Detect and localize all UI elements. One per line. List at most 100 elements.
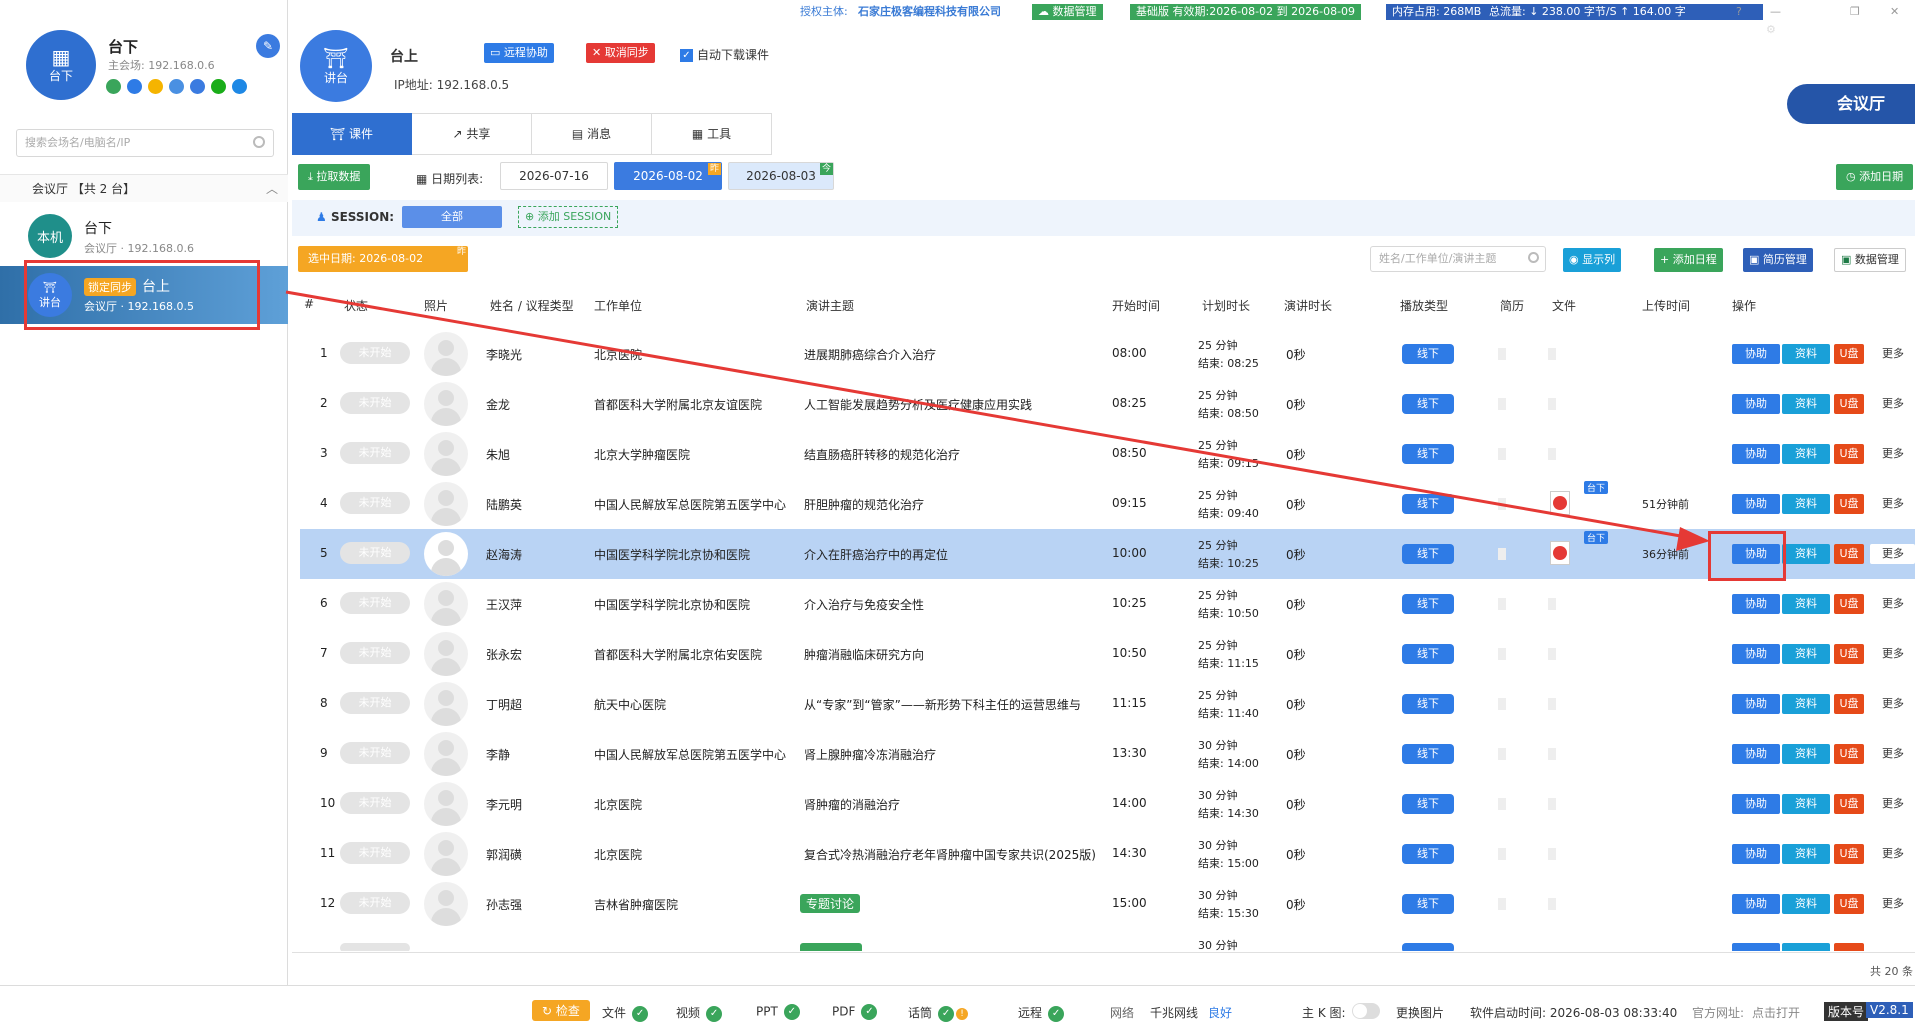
k-toggle[interactable]: [1352, 1003, 1380, 1019]
assist-button[interactable]: 协助: [1732, 444, 1780, 464]
play-type-pill[interactable]: 线下: [1402, 794, 1454, 814]
data-mgmt-button[interactable]: ☁ 数据管理: [1032, 4, 1103, 20]
usb-button[interactable]: U盘: [1834, 744, 1864, 764]
table-row[interactable]: 10 未开始 李元明 北京医院 肾肿瘤的消融治疗 14:00 30 分钟 结束: 14:30 0…: [300, 779, 1915, 829]
more-button[interactable]: 更多: [1870, 344, 1915, 364]
device-group-header[interactable]: 会议厅 【共 2 台】 ︿: [0, 174, 288, 202]
material-button[interactable]: 资料: [1782, 794, 1830, 814]
date-2026-08-02[interactable]: 2026-08-02 昨: [614, 162, 722, 190]
play-type-pill[interactable]: 线下: [1402, 544, 1454, 564]
add-date-button[interactable]: ◷ 添加日期: [1836, 164, 1914, 190]
usb-button[interactable]: U盘: [1834, 344, 1864, 364]
play-type-pill[interactable]: 线下: [1402, 594, 1454, 614]
device-row-local[interactable]: 本机 台下 会议厅 · 192.168.0.6: [0, 208, 288, 262]
material-button[interactable]: 资料: [1782, 644, 1830, 664]
assist-button[interactable]: [1732, 943, 1780, 951]
play-type-pill[interactable]: 线下: [1402, 694, 1454, 714]
table-row[interactable]: 6 未开始 王汉萍 中国医学科学院北京协和医院 介入治疗与免疫安全性 10:25 25 分钟…: [300, 579, 1915, 629]
material-button[interactable]: 资料: [1782, 744, 1830, 764]
assist-button[interactable]: 协助: [1732, 644, 1780, 664]
play-type-pill[interactable]: 线下: [1402, 644, 1454, 664]
table-row[interactable]: 12 未开始 孙志强 吉林省肿瘤医院 专题讨论 15:00 30 分钟 结束: 15:30 0秒…: [300, 879, 1915, 929]
date-2026-08-03[interactable]: 2026-08-03 今: [728, 162, 834, 190]
session-all-button[interactable]: 全部: [402, 206, 502, 228]
podium-avatar[interactable]: ⛩ 讲台: [300, 30, 372, 102]
help-icon[interactable]: ?: [1736, 4, 1742, 20]
more-button[interactable]: 更多: [1870, 494, 1915, 514]
usb-button[interactable]: U盘: [1834, 394, 1864, 414]
assist-button[interactable]: 协助: [1732, 694, 1780, 714]
material-button[interactable]: 资料: [1782, 694, 1830, 714]
tab-tools[interactable]: ▦ 工具: [652, 113, 772, 155]
more-button[interactable]: 更多: [1870, 444, 1915, 464]
table-row[interactable]: 2 未开始 金龙 首都医科大学附属北京友谊医院 人工智能发展趋势分析及医疗健康应用实践 0…: [300, 379, 1915, 429]
more-button[interactable]: 更多: [1870, 894, 1915, 914]
auto-download-checkbox[interactable]: ✓ 自动下载课件: [680, 46, 769, 63]
more-button[interactable]: 更多: [1870, 744, 1915, 764]
usb-button[interactable]: U盘: [1834, 544, 1864, 564]
tab-message[interactable]: ▤ 消息: [532, 113, 652, 155]
material-button[interactable]: 资料: [1782, 894, 1830, 914]
assist-button[interactable]: 协助: [1732, 894, 1780, 914]
globe-icon[interactable]: [190, 79, 205, 94]
pull-data-button[interactable]: ⤓ 拉取数据: [298, 164, 371, 190]
play-type-pill[interactable]: 线下: [1402, 744, 1454, 764]
minimize-icon[interactable]: —: [1770, 4, 1781, 20]
ppt-file-icon[interactable]: [1550, 541, 1570, 565]
wechat-icon[interactable]: [211, 79, 226, 94]
add-schedule-button[interactable]: + 添加日程: [1654, 248, 1723, 272]
table-row[interactable]: 5 未开始 赵海涛 中国医学科学院北京协和医院 介入在肝癌治疗中的再定位 10:00 25 …: [300, 529, 1915, 579]
play-type-pill[interactable]: 线下: [1402, 494, 1454, 514]
play-type-pill[interactable]: 线下: [1402, 344, 1454, 364]
material-button[interactable]: 资料: [1782, 844, 1830, 864]
usb-button[interactable]: U盘: [1834, 794, 1864, 814]
table-row[interactable]: 3 未开始 朱旭 北京大学肿瘤医院 结直肠癌肝转移的规范化治疗 08:50 25 分钟 结束:…: [300, 429, 1915, 479]
play-type-pill[interactable]: 线下: [1402, 444, 1454, 464]
play-type-pill[interactable]: 线下: [1402, 894, 1454, 914]
maximize-icon[interactable]: ❐: [1850, 4, 1860, 20]
check-button[interactable]: ↻ 检查: [532, 1000, 590, 1021]
date-2026-07-16[interactable]: 2026-07-16: [500, 162, 608, 190]
close-icon[interactable]: ✕: [1890, 4, 1899, 20]
add-session-button[interactable]: ⊕ 添加 SESSION: [518, 206, 619, 228]
ppt-file-icon[interactable]: [1550, 491, 1570, 515]
table-row[interactable]: 4 未开始 陆鹏英 中国人民解放军总医院第五医学中心 肝胆肿瘤的规范化治疗 09:15 25…: [300, 479, 1915, 529]
more-button[interactable]: 更多: [1870, 844, 1915, 864]
play-type-pill[interactable]: 线下: [1402, 844, 1454, 864]
tab-share[interactable]: ↗ 共享: [412, 113, 532, 155]
hall-button[interactable]: 会议厅: [1787, 84, 1915, 124]
table-row[interactable]: 1 未开始 李晓光 北京医院 进展期肺癌综合介入治疗 08:00 25 分钟 结束: 08:2…: [300, 329, 1915, 379]
table-row[interactable]: 9 未开始 李静 中国人民解放军总医院第五医学中心 肾上腺肿瘤冷冻消融治疗 13:30 30…: [300, 729, 1915, 779]
device-search-input[interactable]: 搜索会场名/电脑名/IP: [16, 129, 274, 157]
assist-button[interactable]: 协助: [1732, 394, 1780, 414]
table-row[interactable]: 8 未开始 丁明超 航天中心医院 从“专家”到“管家”——新形势下科主任的运营思维与 11…: [300, 679, 1915, 729]
settings-icon[interactable]: ⚙: [1766, 22, 1776, 38]
play-type-pill[interactable]: 线下: [1402, 394, 1454, 414]
cv-management-button[interactable]: ▣ 简历管理: [1743, 248, 1813, 272]
monitor-icon[interactable]: [127, 79, 142, 94]
device-avatar[interactable]: ▦ 台下: [26, 30, 96, 100]
more-button[interactable]: 更多: [1870, 394, 1915, 414]
material-button[interactable]: 资料: [1782, 344, 1830, 364]
more-button[interactable]: 更多: [1870, 694, 1915, 714]
speaker-icon[interactable]: [106, 79, 121, 94]
assist-button[interactable]: 协助: [1732, 594, 1780, 614]
usb-button[interactable]: U盘: [1834, 844, 1864, 864]
tab-courseware[interactable]: ⛩ 课件: [292, 113, 412, 155]
material-button[interactable]: 资料: [1782, 494, 1830, 514]
more-button[interactable]: 更多: [1870, 544, 1915, 564]
assist-button[interactable]: 协助: [1732, 844, 1780, 864]
more-button[interactable]: 更多: [1870, 644, 1915, 664]
material-button[interactable]: 资料: [1782, 544, 1830, 564]
search-circle-icon[interactable]: [232, 79, 247, 94]
open-site-link[interactable]: 点击打开: [1752, 1004, 1800, 1021]
assist-button[interactable]: 协助: [1732, 494, 1780, 514]
network-icon[interactable]: [169, 79, 184, 94]
table-row[interactable]: 7 未开始 张永宏 首都医科大学附属北京佑安医院 肿瘤消融临床研究方向 10:50 25 分…: [300, 629, 1915, 679]
folder-icon[interactable]: [148, 79, 163, 94]
usb-button[interactable]: U盘: [1834, 644, 1864, 664]
table-row[interactable]: 11 未开始 郭润磺 北京医院 复合式冷热消融治疗老年肾肿瘤中国专家共识(2025版) 1…: [300, 829, 1915, 879]
more-button[interactable]: 更多: [1870, 594, 1915, 614]
assist-button[interactable]: 协助: [1732, 744, 1780, 764]
usb-button[interactable]: U盘: [1834, 494, 1864, 514]
